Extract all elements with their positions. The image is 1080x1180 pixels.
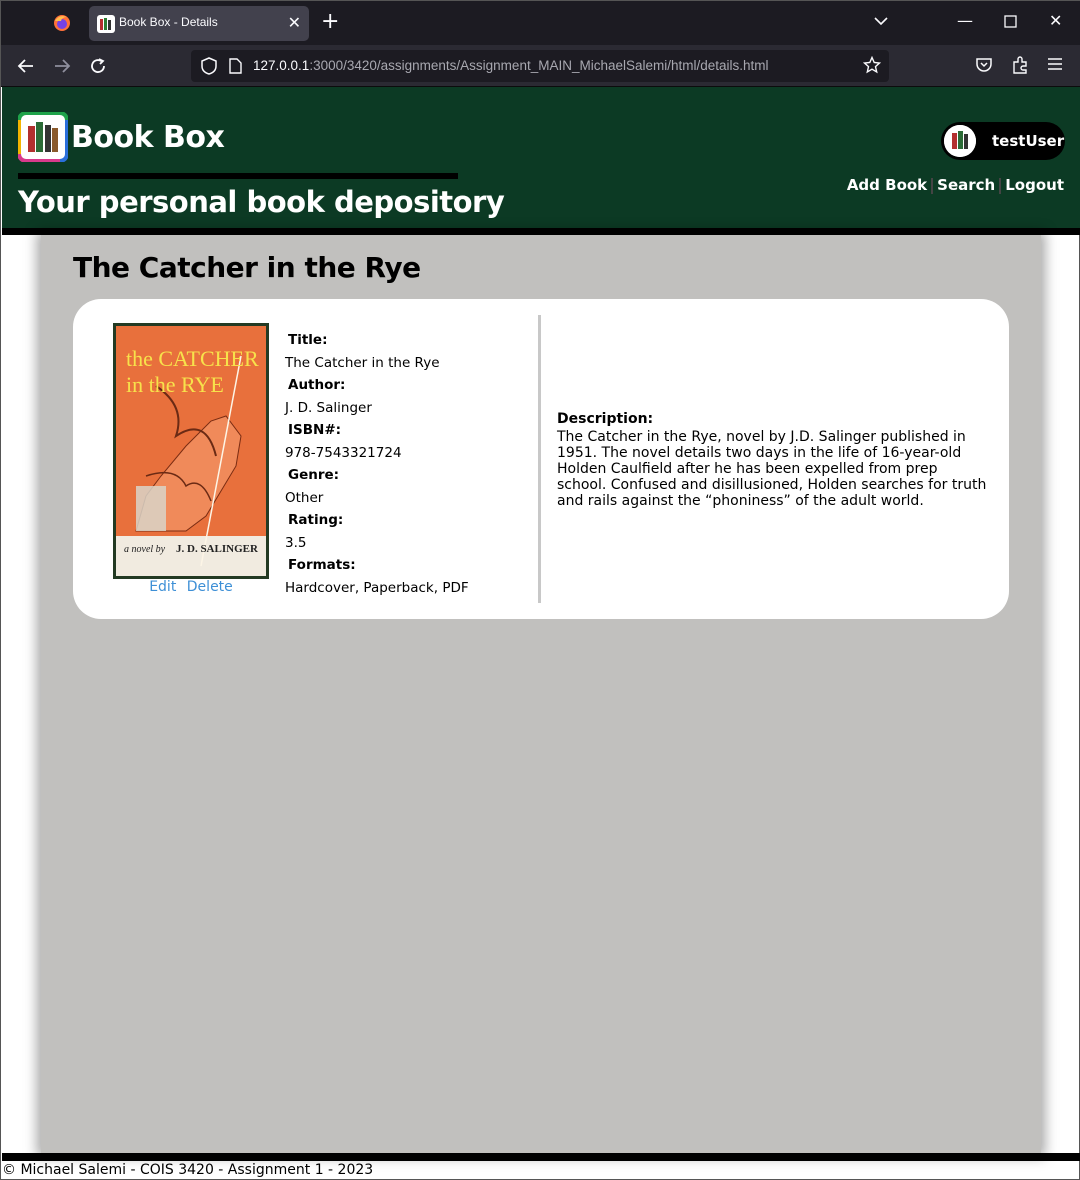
username-label: testUser [992,132,1065,150]
site-header: Book Box Your personal book depository t… [2,87,1080,228]
cover-byline: a novel by [124,544,166,555]
brand-name[interactable]: Book Box [71,120,225,155]
nav-search-link[interactable]: Search [937,176,995,194]
url-text[interactable]: 127.0.0.1:3000/3420/assignments/Assignme… [253,58,769,73]
browser-tab-strip: Book Box - Details ✕ + — ✕ [1,1,1080,45]
edit-book-link[interactable]: Edit [149,579,176,595]
book-details-card: the CATCHER in the RYE a novel by J. D. … [73,299,1009,619]
browser-nav-bar: 127.0.0.1:3000/3420/assignments/Assignme… [1,45,1080,87]
cover-author: J. D. SALINGER [176,543,259,555]
nav-separator [931,177,934,194]
field-value-author: J. D. Salinger [285,400,372,416]
field-value-genre: Other [285,490,324,506]
tab-title: Book Box - Details [119,15,218,29]
menu-hamburger-icon[interactable] [1047,56,1063,72]
back-arrow-icon[interactable] [17,57,35,75]
book-fields: Title: The Catcher in the Rye Author: J.… [285,331,535,601]
book-box-logo[interactable] [18,112,68,162]
main-content: The Catcher in the Rye the CATCHER in th… [41,235,1041,1153]
delete-book-link[interactable]: Delete [187,579,233,595]
book-actions: Edit Delete [113,579,269,595]
page-title: The Catcher in the Rye [73,251,421,284]
reload-icon[interactable] [89,57,107,75]
extensions-icon[interactable] [1011,56,1029,74]
tab-list-chevron-icon[interactable] [873,13,889,29]
window-close-icon[interactable]: ✕ [1049,11,1062,30]
pocket-icon[interactable] [975,56,993,74]
header-bottom-border [2,228,1080,235]
field-value-rating: 3.5 [285,535,307,551]
field-label-rating: Rating: [288,512,344,528]
user-badge[interactable]: testUser [941,122,1065,160]
nav-separator [999,177,1002,194]
field-value-formats: Hardcover, Paperback, PDF [285,580,469,596]
field-label-author: Author: [288,377,346,393]
firefox-icon[interactable] [51,12,73,34]
site-tagline: Your personal book depository [18,185,505,219]
details-divider [538,315,541,603]
url-host: 127.0.0.1 [253,58,310,73]
cover-title-line1: the CATCHER [126,346,259,371]
field-value-title: The Catcher in the Rye [285,355,440,371]
bookmark-star-icon[interactable] [863,56,881,74]
footer-border [2,1153,1080,1161]
field-label-genre: Genre: [288,467,340,483]
description-block: Description: The Catcher in the Rye, nov… [557,411,987,509]
cover-title-line2: in the RYE [126,372,224,397]
new-tab-icon[interactable]: + [321,9,339,34]
footer-text: © Michael Salemi - COIS 3420 - Assignmen… [2,1162,374,1178]
nav-add-book-link[interactable]: Add Book [847,176,927,194]
field-label-title: Title: [288,332,328,348]
maximize-icon[interactable] [1004,15,1017,28]
field-value-isbn: 978-7543321724 [285,445,402,461]
page-info-icon[interactable] [229,58,242,74]
field-label-isbn: ISBN#: [288,422,342,438]
avatar [944,125,976,157]
tagline-divider [18,173,458,179]
tracking-shield-icon[interactable] [201,57,217,75]
site-nav: Add Book Search Logout [847,176,1064,194]
field-label-formats: Formats: [288,557,356,573]
book-box-favicon [97,15,115,33]
forward-arrow-icon[interactable] [53,57,71,75]
minimize-icon[interactable]: — [957,11,973,30]
nav-logout-link[interactable]: Logout [1005,176,1064,194]
tab-close-icon[interactable]: ✕ [288,13,301,32]
browser-tab-active[interactable]: Book Box - Details ✕ [89,6,309,41]
url-bar[interactable]: 127.0.0.1:3000/3420/assignments/Assignme… [191,50,889,82]
url-path: :3000/3420/assignments/Assignment_MAIN_M… [309,58,769,73]
description-text: The Catcher in the Rye, novel by J.D. Sa… [557,429,987,509]
book-cover-image: the CATCHER in the RYE a novel by J. D. … [113,323,269,579]
description-label: Description: [557,411,654,427]
